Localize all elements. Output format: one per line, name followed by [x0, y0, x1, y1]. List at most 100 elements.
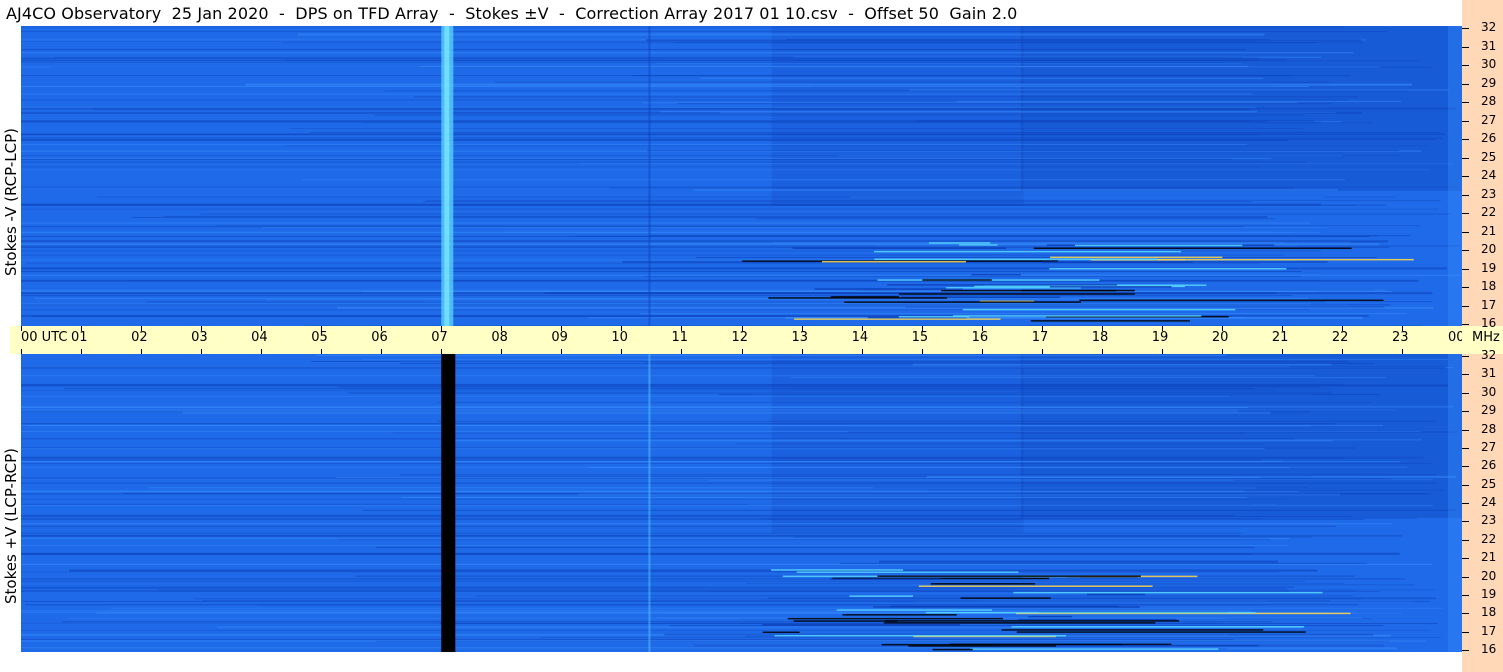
horizontal-striation: [21, 461, 1401, 463]
horizontal-striation: [926, 475, 1456, 478]
utc-tick-mark: [21, 349, 22, 354]
horizontal-striation: [21, 231, 1320, 233]
top-freq-tick: [1462, 46, 1469, 48]
interference-line: [922, 279, 992, 281]
utc-tick-label: 06: [371, 330, 388, 345]
bottom-freq-label: 26: [1481, 458, 1497, 473]
freq-unit-label: MHz: [1472, 330, 1500, 345]
horizontal-striation: [131, 217, 1268, 219]
utc-tick-mark: [21, 326, 22, 331]
horizontal-striation: [21, 590, 1289, 592]
utc-tick-mark: [1161, 326, 1163, 331]
utc-tick-mark: [381, 349, 383, 354]
utc-tick-mark: [1281, 349, 1283, 354]
interference-line: [771, 569, 904, 571]
utc-tick-mark: [321, 326, 323, 331]
utc-tick-mark: [261, 326, 263, 331]
utc-tick-mark: [981, 326, 983, 331]
utc-tick-mark: [1101, 326, 1103, 331]
utc-tick-mark: [141, 326, 143, 331]
horizontal-striation: [34, 297, 1309, 299]
utc-tick-label: 21: [1271, 330, 1289, 345]
interference-line: [883, 622, 1156, 624]
horizontal-striation: [337, 386, 1320, 388]
top-freq-label: 32: [1481, 20, 1497, 34]
horizontal-striation: [361, 358, 1449, 360]
horizontal-striation: [21, 26, 1344, 28]
interference-line: [908, 645, 1057, 647]
horizontal-striation: [413, 96, 1359, 98]
interference-line: [930, 583, 1036, 585]
horizontal-striation: [643, 275, 1302, 277]
utc-tick-mark: [621, 326, 623, 331]
horizontal-striation: [719, 112, 1336, 114]
horizontal-striation: [21, 137, 1442, 139]
horizontal-striation: [182, 411, 1271, 414]
interference-line: [821, 260, 967, 263]
horizontal-striation: [578, 163, 1453, 165]
top-freq-tick: [1462, 213, 1469, 214]
horizontal-striation: [790, 377, 1386, 379]
horizontal-striation: [21, 517, 1418, 519]
bottom-freq-tick: [1462, 411, 1469, 413]
bottom-freq-label: 28: [1481, 421, 1497, 436]
utc-tick-label: 04: [251, 330, 268, 345]
interference-line: [960, 597, 1051, 599]
interference-line: [918, 585, 1153, 587]
utc-tick-label: 20: [1211, 330, 1229, 345]
horizontal-striation: [21, 61, 1224, 63]
horizontal-striation: [438, 420, 1436, 422]
interference-line: [874, 258, 1158, 261]
horizontal-striation: [21, 304, 1390, 306]
utc-tick-mark: [501, 326, 503, 331]
horizontal-striation: [21, 254, 1285, 256]
horizontal-striation: [718, 393, 1380, 395]
horizontal-striation: [21, 505, 1433, 507]
horizontal-striation: [475, 595, 1353, 597]
bottom-freq-label: 30: [1481, 384, 1497, 399]
bottom-freq-label: 25: [1481, 476, 1497, 491]
spectrogram-top-svg: [21, 26, 1462, 326]
utc-tick-mark: [1041, 349, 1043, 354]
horizontal-striation: [709, 479, 1234, 481]
utc-tick-mark: [1101, 349, 1103, 354]
horizontal-striation: [21, 525, 1336, 527]
horizontal-striation: [21, 66, 1380, 68]
horizontal-striation: [21, 93, 1253, 95]
bottom-freq-label: 23: [1481, 513, 1497, 528]
interference-line: [890, 605, 1119, 608]
top-freq-label: 19: [1481, 260, 1497, 275]
bottom-freq-label: 21: [1481, 550, 1497, 565]
horizontal-striation: [21, 85, 1309, 87]
interference-line: [794, 318, 1001, 320]
horizontal-striation: [289, 128, 1304, 130]
horizontal-striation: [163, 215, 1268, 217]
horizontal-striation: [347, 391, 1332, 394]
interference-line: [953, 315, 1202, 317]
utc-tick-label: 23: [1391, 330, 1409, 345]
horizontal-striation: [21, 438, 1295, 440]
bottom-freq-tick: [1462, 466, 1469, 468]
top-freq-tick: [1462, 139, 1469, 140]
horizontal-striation: [301, 179, 1345, 181]
horizontal-striation: [21, 466, 1408, 468]
horizontal-striation: [21, 578, 1406, 580]
interference-line: [1074, 244, 1243, 247]
top-freq-label: 23: [1481, 186, 1497, 201]
horizontal-striation: [401, 496, 1248, 498]
horizontal-striation: [97, 196, 1396, 198]
bottom-freq-tick: [1462, 576, 1469, 578]
horizontal-striation: [21, 60, 1420, 62]
top-freq-label: 28: [1481, 94, 1497, 108]
horizontal-striation: [110, 607, 1443, 609]
horizontal-striation: [21, 409, 1397, 411]
horizontal-striation: [21, 491, 1299, 493]
horizontal-striation: [792, 388, 1333, 390]
top-freq-label: 17: [1481, 297, 1497, 312]
horizontal-striation: [422, 201, 1252, 203]
utc-tick-mark: [201, 349, 203, 354]
horizontal-striation: [879, 560, 1278, 563]
interference-line: [1011, 626, 1305, 628]
utc-tick-label: 05: [311, 330, 328, 345]
horizontal-striation: [21, 133, 1261, 136]
